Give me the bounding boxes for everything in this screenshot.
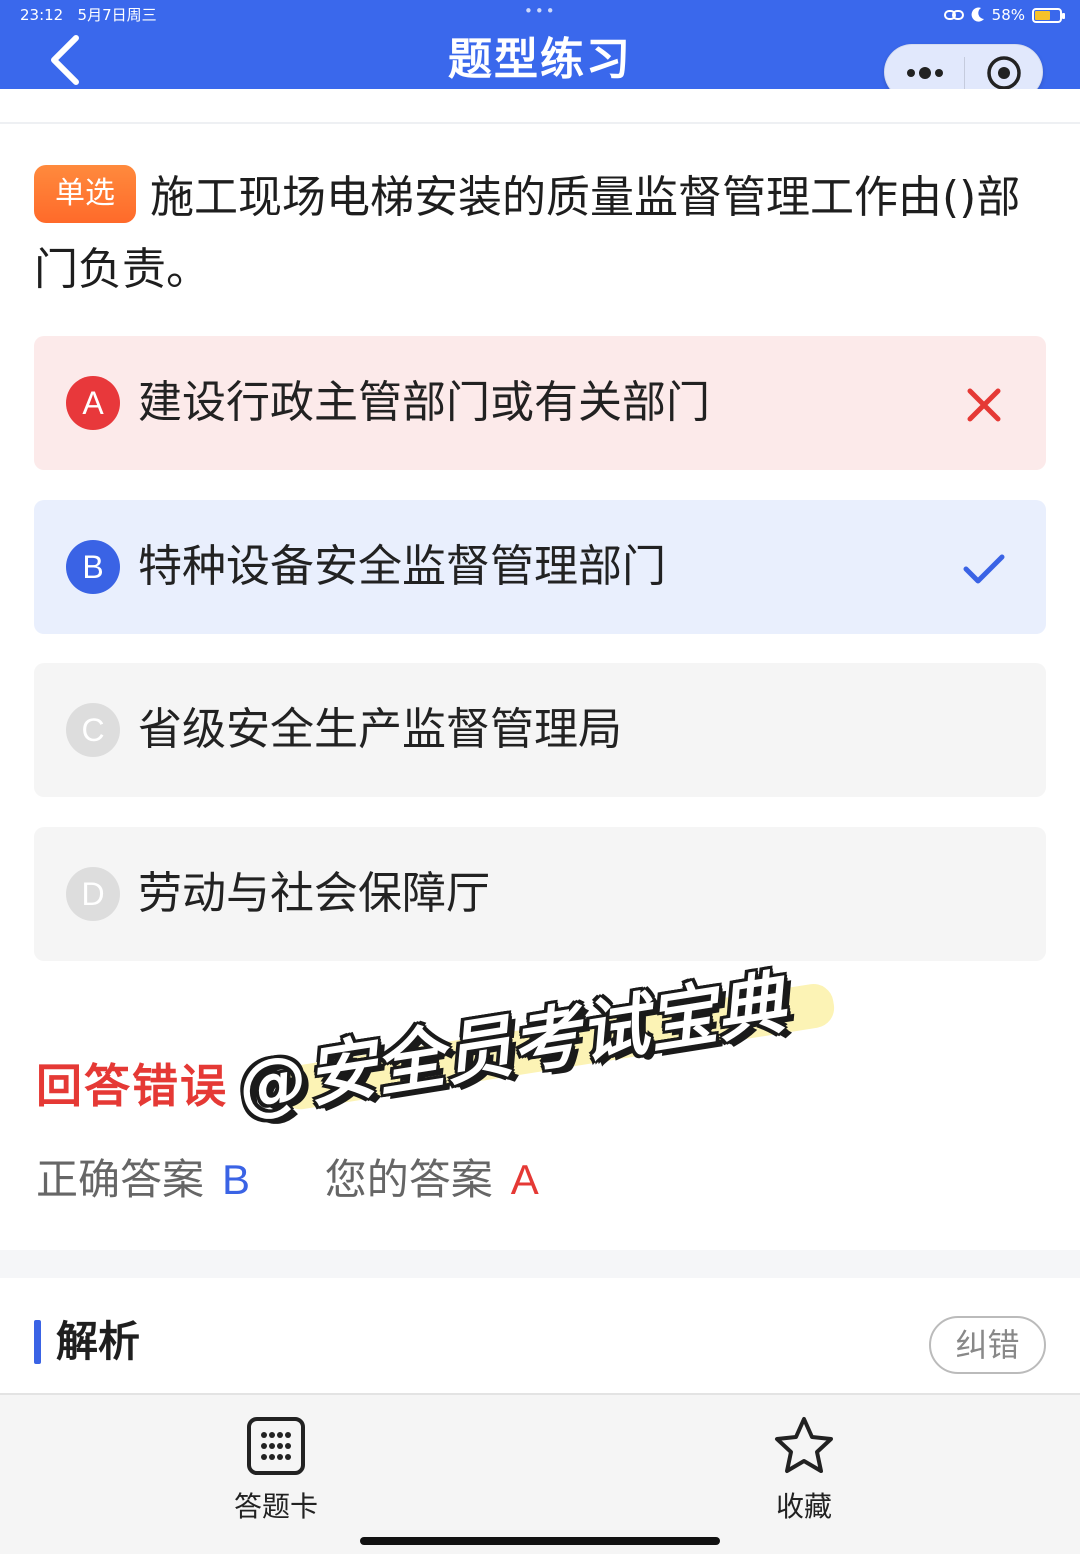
bottom-toolbar: 答题卡 收藏 xyxy=(0,1393,1080,1554)
option-letter: B xyxy=(66,540,120,594)
correct-answer-label: 正确答案 xyxy=(36,1155,205,1204)
status-date: 5月7日周三 xyxy=(77,6,157,24)
favorite-label: 收藏 xyxy=(775,1490,832,1523)
watermark-text: @安全员考试宝典 xyxy=(233,963,792,1129)
section-divider xyxy=(0,1250,1080,1278)
analysis-accent-bar xyxy=(34,1320,41,1364)
status-indicators: 58% xyxy=(943,5,1065,25)
top-strip xyxy=(0,89,1080,124)
link-icon xyxy=(943,10,964,20)
answer-card-label: 答题卡 xyxy=(233,1490,318,1523)
your-answer-label: 您的答案 xyxy=(324,1155,493,1204)
analysis-title: 解析 xyxy=(56,1317,141,1366)
result-title: 回答错误 xyxy=(36,1059,228,1113)
close-button[interactable] xyxy=(985,54,1023,92)
option-letter: C xyxy=(66,703,120,757)
your-answer-value: A xyxy=(510,1156,539,1203)
moon-icon xyxy=(971,7,984,22)
question-text: 施工现场电梯安装的质量监督管理工作由()部门负责。 xyxy=(34,172,1021,295)
header-bar: 23:12 5月7日周三 ••• 58% 题型练习 xyxy=(0,0,1080,100)
battery-percent: 58% xyxy=(991,6,1025,24)
home-indicator[interactable] xyxy=(360,1537,720,1545)
capsule-divider xyxy=(964,57,965,89)
favorite-button[interactable]: 收藏 xyxy=(734,1415,874,1527)
target-circle-icon xyxy=(987,56,1021,90)
grid-card-icon xyxy=(247,1417,305,1475)
answer-card-button[interactable]: 答题卡 xyxy=(206,1415,346,1527)
option-b[interactable]: B 特种设备安全监督管理部门 xyxy=(34,500,1046,634)
star-icon xyxy=(775,1417,833,1473)
multitask-dots-icon[interactable]: ••• xyxy=(524,2,557,20)
option-text: 劳动与社会保障厅 xyxy=(138,868,490,919)
battery-icon xyxy=(1032,7,1065,23)
report-error-button[interactable]: 纠错 xyxy=(929,1316,1046,1374)
option-letter: D xyxy=(66,867,120,921)
option-text: 省级安全生产监督管理局 xyxy=(138,704,622,755)
question-block: 单选 施工现场电梯安装的质量监督管理工作由()部门负责。 xyxy=(34,162,1046,306)
correct-answer-value: B xyxy=(222,1156,251,1203)
option-a[interactable]: A 建设行政主管部门或有关部门 xyxy=(34,336,1046,470)
option-c[interactable]: C 省级安全生产监督管理局 xyxy=(34,663,1046,797)
check-icon xyxy=(963,554,1005,584)
answer-row: 正确答案 B 您的答案 A xyxy=(36,1150,539,1210)
option-letter: A xyxy=(66,376,120,430)
option-text: 特种设备安全监督管理部门 xyxy=(138,541,666,592)
cross-icon xyxy=(967,388,1001,422)
more-button[interactable] xyxy=(903,57,947,89)
status-time-date: 23:12 5月7日周三 xyxy=(20,5,157,25)
question-type-badge: 单选 xyxy=(34,165,136,223)
more-dots-icon xyxy=(907,67,943,79)
status-time: 23:12 xyxy=(20,6,64,24)
option-text: 建设行政主管部门或有关部门 xyxy=(138,377,710,428)
